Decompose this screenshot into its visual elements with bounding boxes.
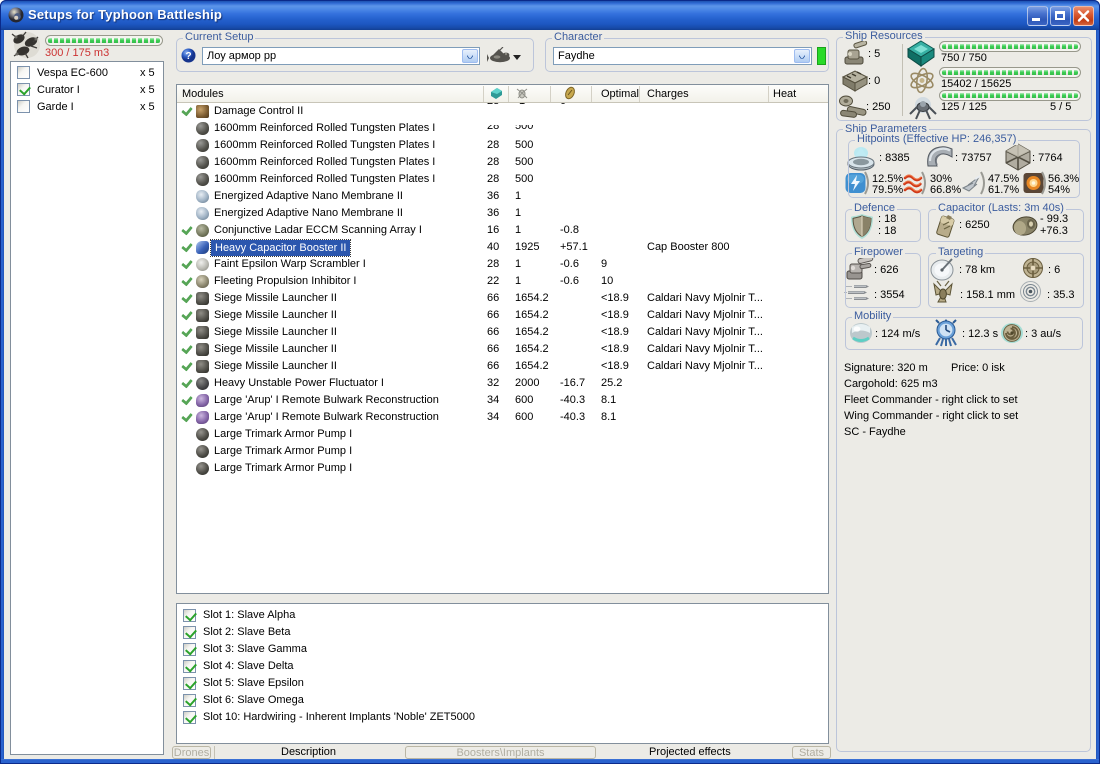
svg-text:?: ? (185, 51, 191, 62)
